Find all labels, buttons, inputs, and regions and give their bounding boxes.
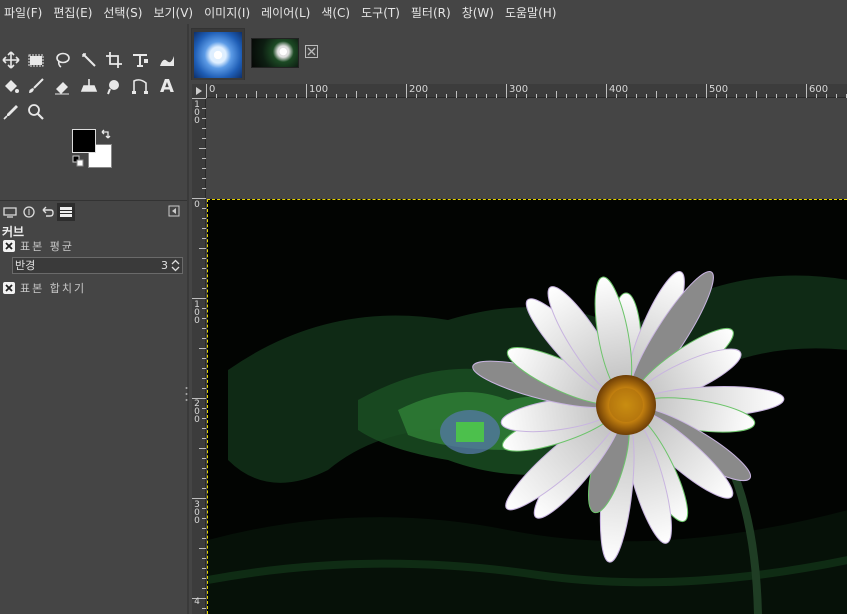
transform-tool-button[interactable] <box>129 49 151 71</box>
ruler-label: 600 <box>809 84 829 95</box>
ruler-menu-icon <box>196 87 202 95</box>
foreground-color-swatch[interactable] <box>72 129 96 153</box>
ruler-label: 1 0 0 <box>194 100 200 126</box>
ruler-label: 500 <box>709 84 729 95</box>
color-picker-tool-button[interactable] <box>0 101 22 123</box>
rect-select-tool-button[interactable] <box>25 49 47 71</box>
clone-tool-button[interactable] <box>78 75 100 97</box>
image-canvas[interactable] <box>207 199 847 614</box>
transform-icon <box>133 54 148 67</box>
ruler-label: 200 <box>409 84 429 95</box>
radius-value[interactable]: 3 <box>161 258 168 273</box>
ruler-corner-menu[interactable] <box>192 84 206 98</box>
filter-row-mean: 표본 평균 <box>3 238 74 254</box>
filter-label: 표본 평균 <box>20 240 74 253</box>
close-icon <box>5 242 13 250</box>
move-tool-button[interactable] <box>0 49 22 71</box>
remove-filter-button[interactable] <box>3 240 15 252</box>
filters-icon <box>60 207 72 217</box>
spin-arrows-icon[interactable] <box>171 259 180 272</box>
radius-stepper[interactable]: 반경 3 <box>12 257 183 274</box>
move-icon <box>2 51 20 69</box>
close-icon <box>5 284 13 292</box>
tab-device-status[interactable] <box>20 203 38 221</box>
resize-grip-icon[interactable] <box>185 385 188 403</box>
image-tab-active[interactable] <box>191 28 245 80</box>
close-tab-icon[interactable] <box>305 45 318 58</box>
reset-colors-icon[interactable] <box>72 155 84 167</box>
ruler-label: 0 <box>194 200 200 210</box>
paths-tool-button[interactable] <box>129 75 151 97</box>
menu-image[interactable]: 이미지(I) <box>204 4 250 21</box>
text-tool-button[interactable]: A <box>156 75 178 97</box>
clone-icon <box>80 79 98 92</box>
daisy-image <box>208 200 847 614</box>
device-status-icon <box>23 206 35 218</box>
image-tab-bar <box>189 24 847 82</box>
menu-view[interactable]: 보기(V) <box>153 4 193 21</box>
swap-colors-icon[interactable] <box>100 128 112 140</box>
ruler-label: 2 0 0 <box>194 399 200 425</box>
menu-file[interactable]: 파일(F) <box>4 4 42 21</box>
warp-tool-button[interactable] <box>156 49 178 71</box>
menu-edit[interactable]: 편집(E) <box>53 4 92 21</box>
menu-tools[interactable]: 도구(T) <box>361 4 400 21</box>
smudge-icon <box>107 80 119 95</box>
menubar: 파일(F) 편집(E) 선택(S) 보기(V) 이미지(I) 레이어(L) 색(… <box>0 0 847 24</box>
ruler-label: 0 <box>209 84 216 95</box>
bucket-fill-icon <box>5 80 19 93</box>
paintbrush-icon <box>29 78 44 93</box>
toolbox: A 커브 표본 평균 반경 3 표본 합치기 <box>0 24 187 614</box>
text-icon: A <box>160 75 174 97</box>
eraser-icon <box>55 82 69 95</box>
dock-menu-icon[interactable] <box>168 205 180 217</box>
lasso-tool-button[interactable] <box>51 49 73 71</box>
menu-layer[interactable]: 레이어(L) <box>261 4 310 21</box>
menu-help[interactable]: 도움말(H) <box>505 4 557 21</box>
menu-colors[interactable]: 색(C) <box>321 4 350 21</box>
dock-tab-bar <box>0 200 187 222</box>
color-picker-icon <box>3 105 18 120</box>
eraser-tool-button[interactable] <box>51 75 73 97</box>
warp-icon <box>160 56 174 66</box>
menu-windows[interactable]: 창(W) <box>462 4 494 21</box>
ruler-label: 1 0 0 <box>194 300 200 326</box>
menu-filters[interactable]: 필터(R) <box>411 4 451 21</box>
tab-gegl-filters[interactable] <box>57 203 75 221</box>
paintbrush-tool-button[interactable] <box>25 75 47 97</box>
ruler-ticks <box>192 98 206 609</box>
zoom-tool-button[interactable] <box>25 101 47 123</box>
paths-icon <box>132 79 148 94</box>
crop-tool-button[interactable] <box>103 49 125 71</box>
canvas-area[interactable] <box>207 99 847 614</box>
filter-row-merge: 표본 합치기 <box>3 280 86 296</box>
curves-panel: 커브 표본 평균 반경 3 표본 합치기 <box>0 222 187 614</box>
tool-options-icon <box>3 207 17 218</box>
radius-label: 반경 <box>15 259 36 272</box>
crop-icon <box>106 52 122 68</box>
tab-tool-options[interactable] <box>1 203 19 221</box>
ruler-label: 300 <box>509 84 529 95</box>
fuzzy-select-tool-button[interactable] <box>78 49 100 71</box>
tab-undo-history[interactable] <box>38 203 56 221</box>
ruler-label: 3 0 0 <box>194 500 200 526</box>
dock-divider[interactable] <box>187 24 189 614</box>
fuzzy-select-icon <box>82 53 96 67</box>
remove-filter-button[interactable] <box>3 282 15 294</box>
zoom-icon <box>28 104 44 120</box>
image-thumbnail <box>194 31 242 78</box>
filter-label: 표본 합치기 <box>20 282 87 295</box>
ruler-label: 400 <box>609 84 629 95</box>
smudge-tool-button[interactable] <box>103 75 125 97</box>
ruler-label: 4 <box>194 597 200 607</box>
ruler-label: 100 <box>309 84 329 95</box>
vertical-ruler[interactable]: 1 0 0 0 1 0 0 2 0 0 3 0 0 4 <box>192 98 206 614</box>
lasso-icon <box>56 52 70 68</box>
menu-select[interactable]: 선택(S) <box>103 4 142 21</box>
horizontal-ruler[interactable]: 0 100 200 300 400 500 600 <box>206 84 847 98</box>
rect-select-icon <box>28 54 44 67</box>
bucket-fill-tool-button[interactable] <box>0 75 22 97</box>
undo-icon <box>42 206 54 217</box>
image-tab-2[interactable] <box>251 38 299 68</box>
